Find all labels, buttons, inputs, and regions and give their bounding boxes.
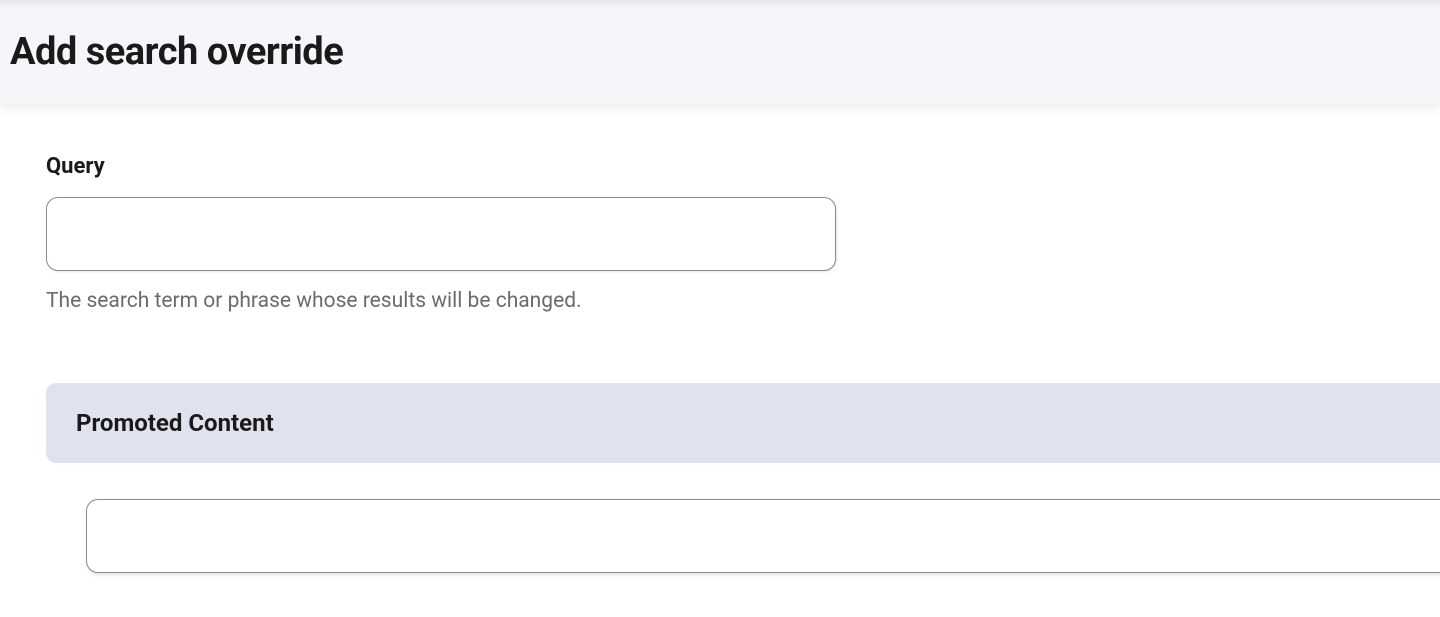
form-content: Query The search term or phrase whose re…: [0, 104, 1440, 573]
promoted-content-section-header: Promoted Content: [46, 383, 1440, 463]
page-header: Add search override: [0, 0, 1440, 104]
promoted-content-input[interactable]: [86, 499, 1440, 573]
query-help-text: The search term or phrase whose results …: [46, 289, 1440, 313]
page-title: Add search override: [10, 30, 1430, 74]
query-label: Query: [46, 154, 1440, 179]
query-input[interactable]: [46, 197, 836, 271]
promoted-content-title: Promoted Content: [76, 409, 1410, 437]
promoted-content-input-wrapper: [46, 499, 1440, 573]
query-form-group: Query The search term or phrase whose re…: [46, 154, 1440, 313]
